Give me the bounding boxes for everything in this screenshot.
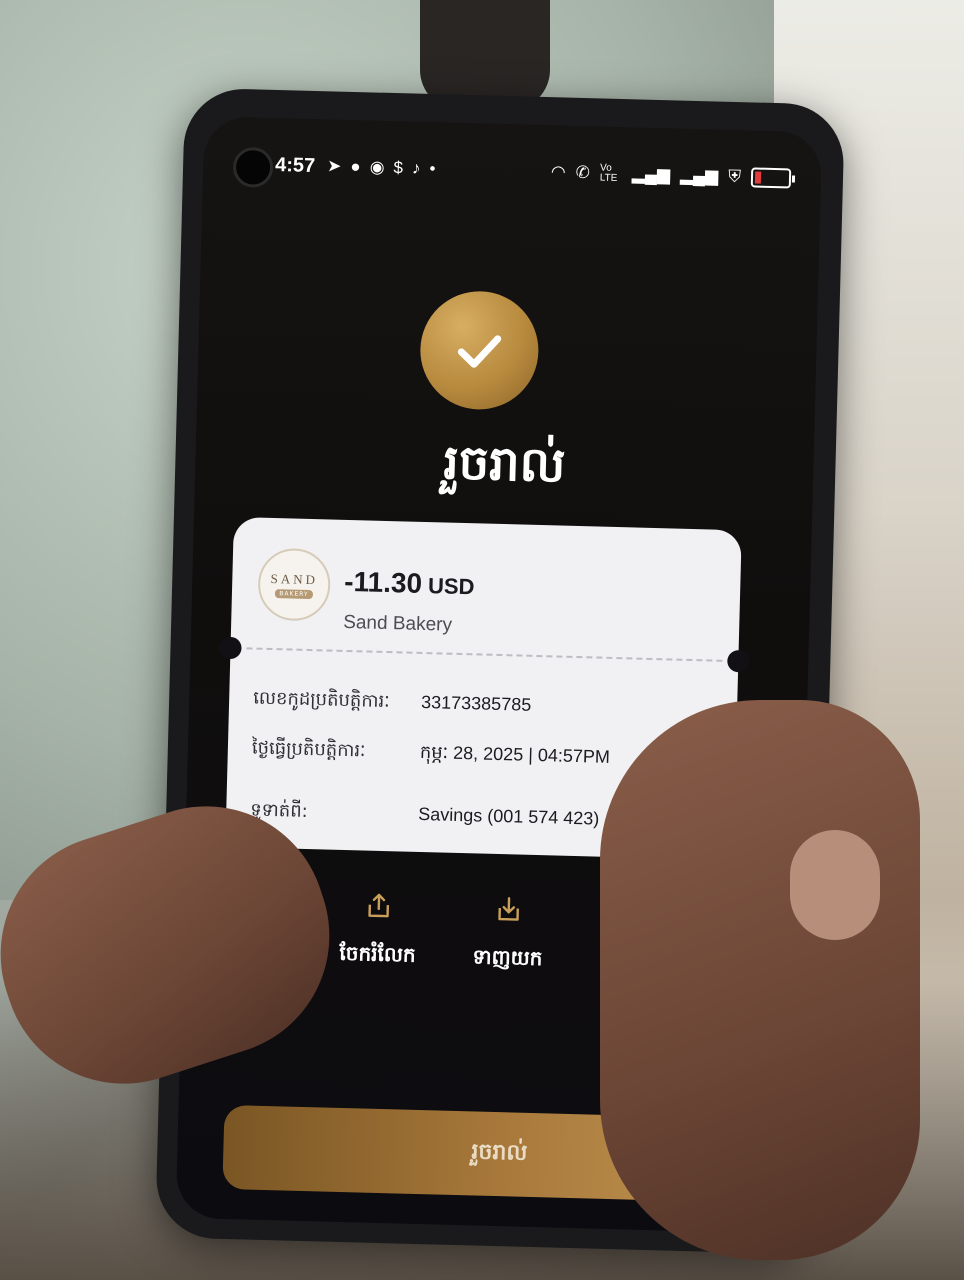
notification-icons: ➤ ● ◉ $ ♪ • [327,156,436,179]
shield-icon: ⛨ [728,166,742,187]
download-icon [498,897,519,921]
receipt-actions: ចែករំលែក ទាញយក [321,889,564,1005]
tiktok-icon: ♪ [411,158,421,178]
transaction-date-value: កុម្ភៈ 28, 2025 | 04:57PM [419,741,611,767]
right-hand [600,700,920,1260]
messenger-icon: ◉ [369,157,385,177]
signal-icon: ▂▄▆ [679,165,719,186]
merchant-logo-subtext: BAKERY [275,588,313,599]
download-button[interactable]: ទាញយក [451,893,564,1006]
chat-icon: ● [350,156,361,177]
battery-low-icon [750,167,792,189]
merchant-logo: SAND BAKERY [257,547,332,622]
merchant-name: Sand Bakery [342,611,453,636]
paid-from-value: Savings (001 574 423) [417,803,600,829]
transaction-id-label: លេខកូដប្រតិបត្តិការៈ [252,687,390,713]
transaction-id-value: 33173385785 [420,691,532,715]
amount-value: -11.30 [343,565,423,599]
transaction-date-label: ថ្ងៃធ្វើប្រតិបត្តិការៈ [251,737,366,762]
transaction-id-row: លេខកូដប្រតិបត្តិការៈ 33173385785 [253,686,722,725]
paid-from-label: ទូទាត់ពី: [250,799,309,823]
volte-icon: Vo LTE [599,162,618,184]
merchant-logo-text: SAND [270,570,319,587]
transaction-amount: -11.30 USD [344,566,475,601]
wifi-calling-icon: ✆ [575,162,591,183]
thumb-nail [790,830,880,940]
ticket-notch-right [727,649,750,673]
status-time: 4:57 [274,153,316,177]
dollar-icon: $ [393,158,404,178]
telegram-icon: ➤ [326,156,342,176]
ticket-notch-left [219,636,242,660]
system-icons: ◠ ✆ Vo LTE ▂▄▆ ▂▄▆ ⛨ [550,162,792,189]
download-label: ទាញយក [472,944,543,971]
share-button[interactable]: ចែករំលែក [321,889,434,1002]
ticket-divider [246,647,723,662]
share-label: ចែករំលែក [339,940,416,967]
wifi-icon: ◠ [550,162,566,182]
front-camera [232,146,274,188]
dot-icon: • [429,158,436,179]
success-badge [418,289,540,411]
amount-currency: USD [427,573,475,600]
share-icon [368,893,390,918]
signal-icon: ▂▄▆ [631,164,671,185]
success-title: រួចរាល់ [442,434,567,494]
status-bar: 4:57 ➤ ● ◉ $ ♪ • ◠ ✆ Vo LTE ▂▄▆ ▂▄▆ ⛨ [275,148,792,195]
checkmark-icon [457,335,502,368]
